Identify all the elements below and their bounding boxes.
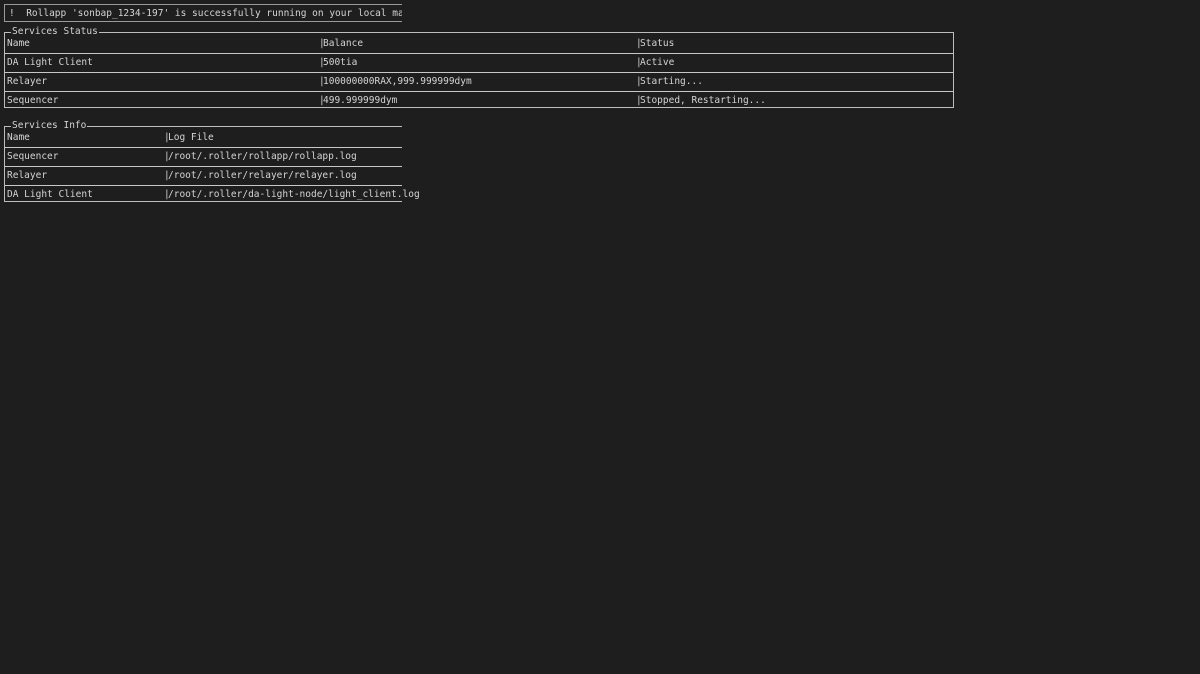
status-banner: ! Rollapp 'sonbap_1234-197' is successfu… [4,4,402,22]
service-name: DA Light Client [7,189,93,200]
service-balance: 100000000RAX,999.999999dym [319,76,472,88]
service-balance: 499.999999dym [319,95,397,107]
service-status: Stopped, Restarting... [636,95,766,107]
log-file-path: /root/.roller/relayer/relayer.log [164,170,357,182]
service-status: Active [636,57,674,69]
service-status: Starting... [636,76,703,88]
column-header-balance: Balance [319,38,363,50]
log-file-path: /root/.roller/rollapp/rollapp.log [164,151,357,163]
service-name: Relayer [7,170,48,181]
table-header-row: Name Log File [5,129,402,148]
services-status-panel: Services Status Name Balance Status DA L… [4,26,954,110]
column-header-log-file: Log File [164,132,214,144]
column-header-status: Status [636,38,674,50]
table-row: DA Light Client /root/.roller/da-light-n… [5,186,420,204]
service-balance: 500tia [319,57,357,69]
service-name: Sequencer [7,95,59,106]
banner-text: Rollapp 'sonbap_1234-197' is successfull… [26,8,402,19]
table-row: Sequencer /root/.roller/rollapp/rollapp.… [5,148,402,167]
column-header-name: Name [7,38,30,49]
services-info-panel: Services Info Name Log File Sequencer /r… [4,120,420,204]
exclamation-icon: ! [9,8,15,19]
table-row: Relayer 100000000RAX,999.999999dym Start… [5,73,953,92]
service-name: DA Light Client [7,57,93,68]
banner-line: ! Rollapp 'sonbap_1234-197' is successfu… [9,8,402,20]
table-row: Relayer /root/.roller/relayer/relayer.lo… [5,167,402,186]
table-row: DA Light Client 500tia Active [5,54,953,73]
log-file-path: /root/.roller/da-light-node/light_client… [164,189,420,201]
table-header-row: Name Balance Status [5,35,953,54]
table-row: Sequencer 499.999999dym Stopped, Restart… [5,92,953,110]
column-header-name: Name [7,132,30,143]
service-name: Relayer [7,76,48,87]
service-name: Sequencer [7,151,59,162]
